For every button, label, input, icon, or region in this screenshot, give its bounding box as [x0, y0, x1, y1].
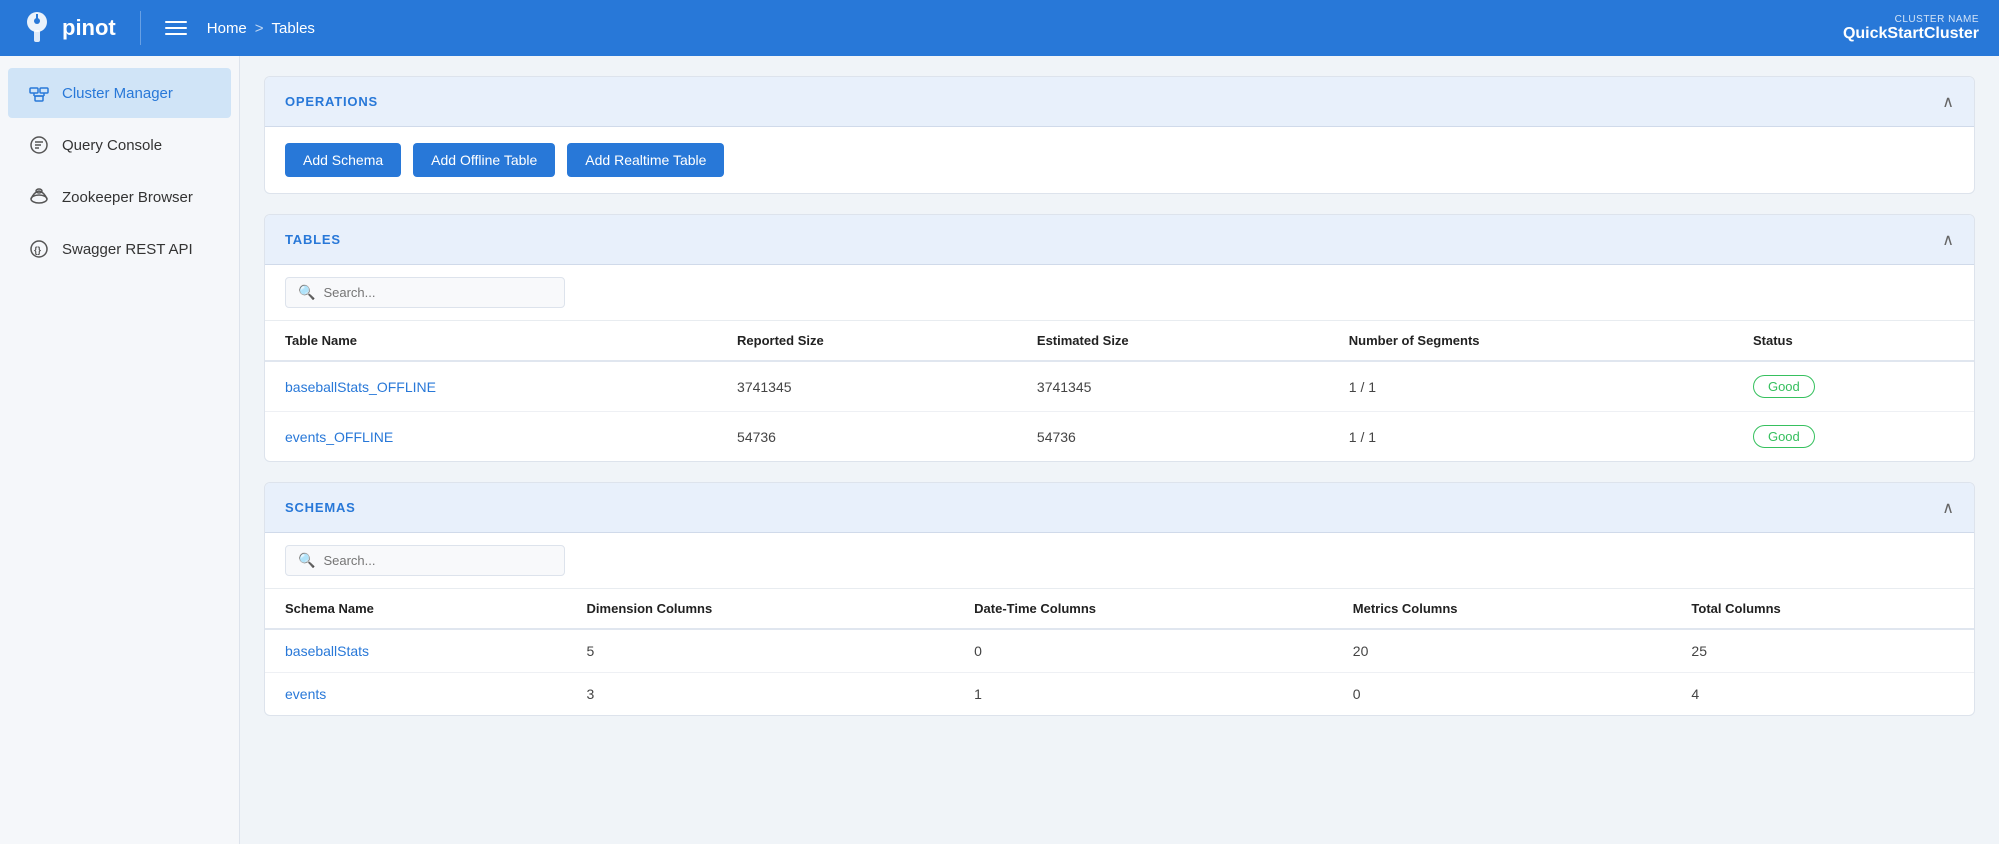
table-row: events_OFFLINE 54736 54736 1 / 1 Good — [265, 412, 1974, 462]
search-icon: 🔍 — [298, 284, 315, 301]
pinot-logo-icon — [20, 11, 54, 45]
table-row: baseballStats_OFFLINE 3741345 3741345 1 … — [265, 361, 1974, 412]
table-row-reported-size: 54736 — [717, 412, 1017, 462]
search-icon: 🔍 — [298, 552, 315, 569]
schema-name-link[interactable]: events — [285, 686, 326, 702]
col-status: Status — [1733, 321, 1974, 361]
operations-collapse-button[interactable] — [1942, 91, 1954, 112]
add-schema-button[interactable]: Add Schema — [285, 143, 401, 177]
operations-header: OPERATIONS — [265, 77, 1974, 127]
svg-text:{}: {} — [34, 245, 42, 255]
sidebar-item-cluster-manager[interactable]: Cluster Manager — [8, 68, 231, 118]
sidebar-item-query-console[interactable]: Query Console — [8, 120, 231, 170]
hamburger-menu-icon[interactable] — [165, 21, 187, 35]
operations-body: Add Schema Add Offline Table Add Realtim… — [265, 127, 1974, 193]
col-schema-name: Schema Name — [265, 589, 567, 629]
col-reported-size: Reported Size — [717, 321, 1017, 361]
table-row-estimated-size: 3741345 — [1017, 361, 1329, 412]
table-row-name: events_OFFLINE — [265, 412, 717, 462]
cluster-name: QuickStartCluster — [1843, 25, 1979, 43]
schemas-search-wrap: 🔍 — [285, 545, 565, 576]
table-row-segments: 1 / 1 — [1329, 361, 1733, 412]
schema-row-datetime: 0 — [954, 629, 1333, 673]
schemas-collapse-button[interactable] — [1942, 497, 1954, 518]
chevron-up-icon — [1942, 497, 1954, 518]
tables-title: TABLES — [285, 232, 341, 247]
schema-row-name: baseballStats — [265, 629, 567, 673]
query-icon — [28, 134, 50, 156]
schemas-search-container: 🔍 — [265, 533, 1974, 589]
cluster-label: CLUSTER NAME — [1843, 14, 1979, 25]
zookeeper-icon — [28, 186, 50, 208]
table-row-status: Good — [1733, 361, 1974, 412]
breadcrumb: Home > Tables — [207, 20, 315, 37]
table-name-link[interactable]: events_OFFLINE — [285, 429, 393, 445]
schemas-title: SCHEMAS — [285, 500, 356, 515]
table-name-link[interactable]: baseballStats_OFFLINE — [285, 379, 436, 395]
sidebar-item-zookeeper-browser[interactable]: Zookeeper Browser — [8, 172, 231, 222]
table-row-estimated-size: 54736 — [1017, 412, 1329, 462]
schemas-header-row: Schema Name Dimension Columns Date-Time … — [265, 589, 1974, 629]
schema-row-name: events — [265, 673, 567, 716]
table-row-reported-size: 3741345 — [717, 361, 1017, 412]
schema-name-link[interactable]: baseballStats — [285, 643, 369, 659]
table-row-status: Good — [1733, 412, 1974, 462]
logo-text: pinot — [62, 15, 116, 41]
tables-search-wrap: 🔍 — [285, 277, 565, 308]
col-dimension-columns: Dimension Columns — [567, 589, 955, 629]
col-metrics-columns: Metrics Columns — [1333, 589, 1672, 629]
schema-row-total: 25 — [1671, 629, 1974, 673]
status-badge: Good — [1753, 375, 1815, 398]
breadcrumb-current: Tables — [272, 20, 315, 37]
schemas-table: Schema Name Dimension Columns Date-Time … — [265, 589, 1974, 715]
tables-header: TABLES — [265, 215, 1974, 265]
sidebar-label-cluster-manager: Cluster Manager — [62, 85, 173, 102]
breadcrumb-separator: > — [255, 20, 264, 37]
swagger-icon: {} — [28, 238, 50, 260]
tables-search-container: 🔍 — [265, 265, 1974, 321]
logo: pinot — [20, 11, 141, 45]
schema-row-dimension: 5 — [567, 629, 955, 673]
chevron-up-icon — [1942, 91, 1954, 112]
col-total-columns: Total Columns — [1671, 589, 1974, 629]
add-offline-table-button[interactable]: Add Offline Table — [413, 143, 555, 177]
operations-title: OPERATIONS — [285, 94, 378, 109]
operations-section: OPERATIONS Add Schema Add Offline Table … — [264, 76, 1975, 194]
cluster-icon — [28, 82, 50, 104]
breadcrumb-home[interactable]: Home — [207, 20, 247, 37]
tables-table: Table Name Reported Size Estimated Size … — [265, 321, 1974, 461]
chevron-up-icon — [1942, 229, 1954, 250]
main-content: OPERATIONS Add Schema Add Offline Table … — [240, 56, 1999, 844]
col-datetime-columns: Date-Time Columns — [954, 589, 1333, 629]
sidebar-label-query-console: Query Console — [62, 137, 162, 154]
sidebar-label-zookeeper-browser: Zookeeper Browser — [62, 189, 193, 206]
sidebar: Cluster Manager Query Console — [0, 56, 240, 844]
schema-row-metrics: 0 — [1333, 673, 1672, 716]
schema-row-metrics: 20 — [1333, 629, 1672, 673]
status-badge: Good — [1753, 425, 1815, 448]
schemas-section: SCHEMAS 🔍 Schema Name Dimension Columns … — [264, 482, 1975, 716]
col-estimated-size: Estimated Size — [1017, 321, 1329, 361]
tables-collapse-button[interactable] — [1942, 229, 1954, 250]
main-layout: Cluster Manager Query Console — [0, 56, 1999, 844]
tables-section: TABLES 🔍 Table Name Reported Size Estima… — [264, 214, 1975, 462]
schema-row: baseballStats 5 0 20 25 — [265, 629, 1974, 673]
schema-row-dimension: 3 — [567, 673, 955, 716]
cluster-info: CLUSTER NAME QuickStartCluster — [1843, 14, 1979, 43]
top-navigation: pinot Home > Tables CLUSTER NAME QuickSt… — [0, 0, 1999, 56]
schemas-search-input[interactable] — [323, 553, 552, 568]
schemas-header: SCHEMAS — [265, 483, 1974, 533]
schema-row-datetime: 1 — [954, 673, 1333, 716]
tables-header-row: Table Name Reported Size Estimated Size … — [265, 321, 1974, 361]
table-row-name: baseballStats_OFFLINE — [265, 361, 717, 412]
schema-row: events 3 1 0 4 — [265, 673, 1974, 716]
col-table-name: Table Name — [265, 321, 717, 361]
sidebar-label-swagger-rest-api: Swagger REST API — [62, 241, 193, 258]
tables-search-input[interactable] — [323, 285, 552, 300]
table-row-segments: 1 / 1 — [1329, 412, 1733, 462]
schema-row-total: 4 — [1671, 673, 1974, 716]
sidebar-item-swagger-rest-api[interactable]: {} Swagger REST API — [8, 224, 231, 274]
col-num-segments: Number of Segments — [1329, 321, 1733, 361]
add-realtime-table-button[interactable]: Add Realtime Table — [567, 143, 724, 177]
